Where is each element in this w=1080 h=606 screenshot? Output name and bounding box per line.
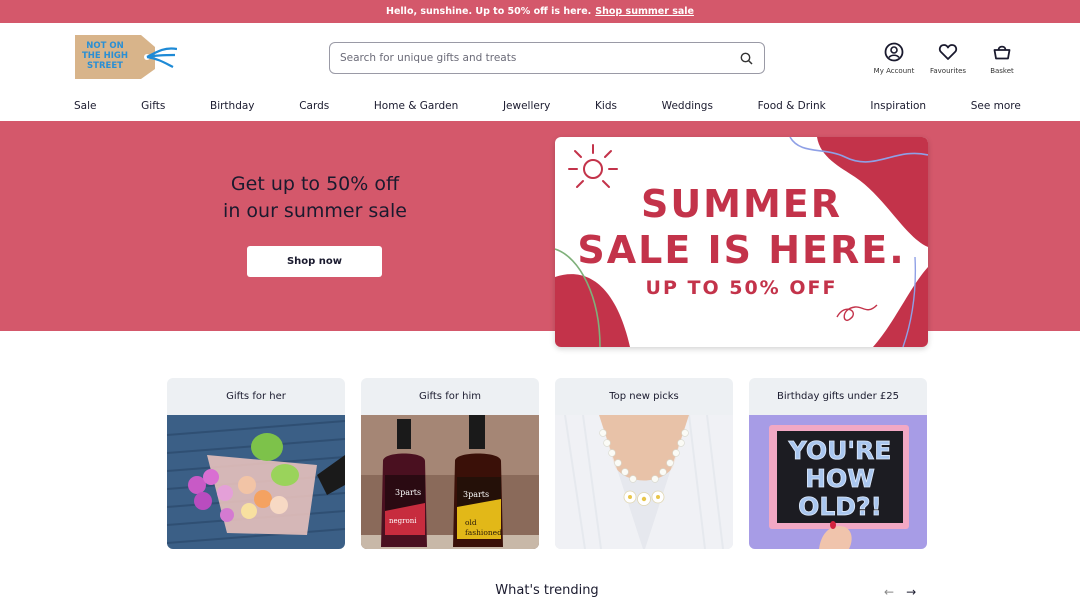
nav-item-food-drink[interactable]: Food & Drink: [758, 100, 826, 112]
nav-item-home-garden[interactable]: Home & Garden: [374, 100, 458, 112]
bottle-2-brand: 3parts: [463, 490, 489, 499]
tile-label: Gifts for her: [226, 391, 286, 402]
sale-line-3: UP TO 50% OFF: [645, 277, 838, 299]
promo-text: Hello, sunshine. Up to 50% off is here.: [386, 6, 592, 17]
my-account-label: My Account: [873, 67, 915, 75]
nav-item-gifts[interactable]: Gifts: [141, 100, 165, 112]
promo-bar: Hello, sunshine. Up to 50% off is here. …: [0, 0, 1080, 23]
birthday-card-image: YOU'RE HOW OLD?!: [749, 415, 927, 549]
favourites-button[interactable]: Favourites: [926, 41, 970, 75]
hero-heading: Get up to 50% off in our summer sale: [190, 171, 440, 225]
nav-item-see-more[interactable]: See more: [971, 100, 1021, 112]
favourites-label: Favourites: [929, 67, 967, 75]
search-input[interactable]: [340, 52, 738, 64]
nav-item-jewellery[interactable]: Jewellery: [503, 100, 550, 112]
basket-label: Basket: [990, 67, 1014, 75]
bottle-2-name-line-2: fashioned: [465, 528, 502, 537]
nav-item-inspiration[interactable]: Inspiration: [870, 100, 926, 112]
sale-line-1: SUMMER: [640, 182, 843, 226]
nav-item-birthday[interactable]: Birthday: [210, 100, 255, 112]
carousel-arrows: ← →: [884, 585, 916, 599]
arrow-left-icon[interactable]: ←: [884, 585, 894, 599]
card-line-1: YOU'RE: [788, 436, 892, 465]
search-bar: [329, 42, 765, 74]
shop-now-button[interactable]: Shop now: [247, 246, 382, 277]
my-account-button[interactable]: My Account: [872, 41, 916, 75]
flowers-image: [167, 415, 345, 549]
tile-gifts-for-her[interactable]: Gifts for her: [167, 378, 345, 549]
header: NOT ON THE HIGH STREET My Account Favour…: [0, 23, 1080, 91]
card-line-2: HOW: [805, 464, 875, 493]
hero-banner: Get up to 50% off in our summer sale Shop…: [0, 121, 1080, 347]
trending-title: What's trending: [495, 583, 599, 598]
sale-line-2: SALE IS HERE.: [577, 228, 906, 272]
arrow-right-icon[interactable]: →: [906, 585, 916, 599]
site-logo[interactable]: NOT ON THE HIGH STREET: [73, 33, 178, 81]
card-line-3: OLD?!: [798, 492, 882, 521]
bottle-1-name: negroni: [389, 517, 417, 525]
summer-sale-card[interactable]: SUMMER SALE IS HERE. UP TO 50% OFF: [555, 137, 928, 347]
logo-line-3: STREET: [87, 61, 123, 71]
header-actions: My Account Favourites Basket: [872, 41, 1024, 75]
search-icon[interactable]: [738, 50, 754, 66]
bottle-2-name-line-1: old: [465, 518, 477, 527]
heart-icon: [937, 41, 959, 63]
shop-summer-sale-link[interactable]: Shop summer sale: [595, 6, 694, 17]
nav-item-kids[interactable]: Kids: [595, 100, 617, 112]
category-tiles: Gifts for her Gifts for him 3parts negro…: [167, 378, 927, 549]
tile-gifts-for-him[interactable]: Gifts for him 3parts negroni 3parts old …: [361, 378, 539, 549]
basket-button[interactable]: Basket: [980, 41, 1024, 75]
logo-line-2: THE HIGH: [82, 51, 128, 61]
tile-birthday-gifts-under-25[interactable]: Birthday gifts under £25 YOU'RE HOW OLD?…: [749, 378, 927, 549]
cocktail-bottles-image: 3parts negroni 3parts old fashioned: [361, 415, 539, 549]
nav-item-cards[interactable]: Cards: [299, 100, 329, 112]
tile-label: Gifts for him: [419, 391, 481, 402]
nav-item-sale[interactable]: Sale: [74, 100, 96, 112]
account-icon: [883, 41, 905, 63]
tile-top-new-picks[interactable]: Top new picks: [555, 378, 733, 549]
main-nav: Sale Gifts Birthday Cards Home & Garden …: [0, 91, 1080, 121]
pearl-necklace-image: [555, 415, 733, 549]
logo-line-1: NOT ON: [86, 41, 123, 51]
hero-heading-line-1: Get up to 50% off: [230, 173, 400, 195]
tile-label: Birthday gifts under £25: [777, 391, 899, 402]
hero-heading-line-2: in our summer sale: [223, 200, 407, 222]
bottle-1-brand: 3parts: [395, 488, 421, 497]
tile-label: Top new picks: [609, 391, 679, 402]
nav-item-weddings[interactable]: Weddings: [662, 100, 713, 112]
basket-icon: [991, 41, 1013, 63]
